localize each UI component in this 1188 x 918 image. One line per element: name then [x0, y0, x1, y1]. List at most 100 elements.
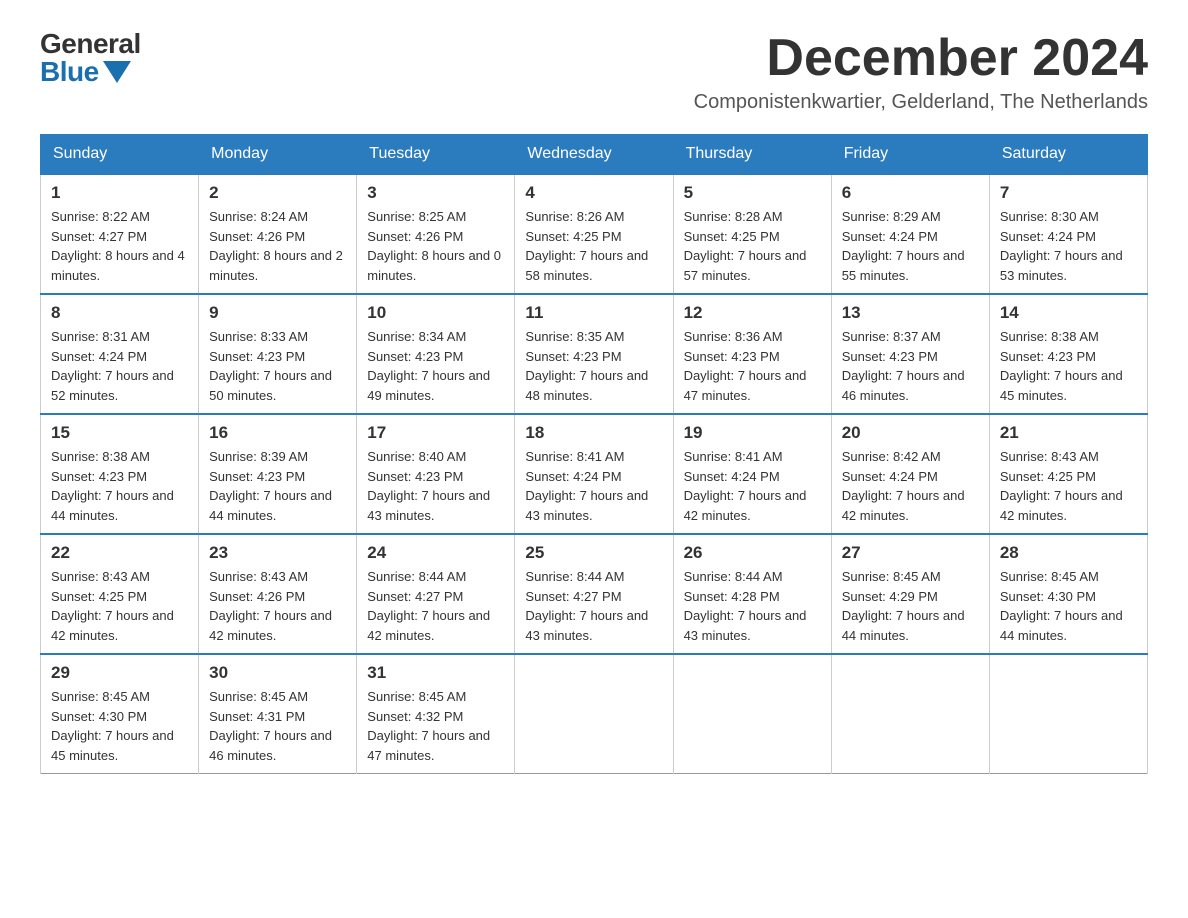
cell-info: Sunrise: 8:28 AMSunset: 4:25 PMDaylight:… — [684, 207, 821, 285]
calendar-cell — [515, 654, 673, 774]
weekday-header-tuesday: Tuesday — [357, 135, 515, 175]
calendar-cell: 14 Sunrise: 8:38 AMSunset: 4:23 PMDaylig… — [989, 294, 1147, 414]
cell-info: Sunrise: 8:29 AMSunset: 4:24 PMDaylight:… — [842, 207, 979, 285]
day-number: 14 — [1000, 303, 1137, 323]
day-number: 7 — [1000, 183, 1137, 203]
calendar-cell: 4 Sunrise: 8:26 AMSunset: 4:25 PMDayligh… — [515, 174, 673, 294]
calendar-cell: 26 Sunrise: 8:44 AMSunset: 4:28 PMDaylig… — [673, 534, 831, 654]
weekday-header-monday: Monday — [199, 135, 357, 175]
cell-info: Sunrise: 8:37 AMSunset: 4:23 PMDaylight:… — [842, 327, 979, 405]
cell-info: Sunrise: 8:41 AMSunset: 4:24 PMDaylight:… — [525, 447, 662, 525]
cell-info: Sunrise: 8:43 AMSunset: 4:25 PMDaylight:… — [51, 567, 188, 645]
calendar-cell: 10 Sunrise: 8:34 AMSunset: 4:23 PMDaylig… — [357, 294, 515, 414]
calendar-cell: 7 Sunrise: 8:30 AMSunset: 4:24 PMDayligh… — [989, 174, 1147, 294]
calendar-week-row: 22 Sunrise: 8:43 AMSunset: 4:25 PMDaylig… — [41, 534, 1148, 654]
day-number: 10 — [367, 303, 504, 323]
cell-info: Sunrise: 8:45 AMSunset: 4:31 PMDaylight:… — [209, 687, 346, 765]
cell-info: Sunrise: 8:34 AMSunset: 4:23 PMDaylight:… — [367, 327, 504, 405]
day-number: 27 — [842, 543, 979, 563]
weekday-header-sunday: Sunday — [41, 135, 199, 175]
calendar-cell: 18 Sunrise: 8:41 AMSunset: 4:24 PMDaylig… — [515, 414, 673, 534]
cell-info: Sunrise: 8:33 AMSunset: 4:23 PMDaylight:… — [209, 327, 346, 405]
day-number: 9 — [209, 303, 346, 323]
month-title: December 2024 — [694, 30, 1148, 87]
day-number: 31 — [367, 663, 504, 683]
calendar-cell: 29 Sunrise: 8:45 AMSunset: 4:30 PMDaylig… — [41, 654, 199, 774]
cell-info: Sunrise: 8:38 AMSunset: 4:23 PMDaylight:… — [51, 447, 188, 525]
weekday-header-thursday: Thursday — [673, 135, 831, 175]
day-number: 20 — [842, 423, 979, 443]
weekday-header-friday: Friday — [831, 135, 989, 175]
cell-info: Sunrise: 8:45 AMSunset: 4:32 PMDaylight:… — [367, 687, 504, 765]
day-number: 19 — [684, 423, 821, 443]
cell-info: Sunrise: 8:31 AMSunset: 4:24 PMDaylight:… — [51, 327, 188, 405]
day-number: 11 — [525, 303, 662, 323]
calendar-cell — [989, 654, 1147, 774]
cell-info: Sunrise: 8:22 AMSunset: 4:27 PMDaylight:… — [51, 207, 188, 285]
calendar-week-row: 1 Sunrise: 8:22 AMSunset: 4:27 PMDayligh… — [41, 174, 1148, 294]
cell-info: Sunrise: 8:44 AMSunset: 4:27 PMDaylight:… — [367, 567, 504, 645]
calendar-cell: 2 Sunrise: 8:24 AMSunset: 4:26 PMDayligh… — [199, 174, 357, 294]
cell-info: Sunrise: 8:24 AMSunset: 4:26 PMDaylight:… — [209, 207, 346, 285]
day-number: 16 — [209, 423, 346, 443]
day-number: 23 — [209, 543, 346, 563]
calendar-week-row: 15 Sunrise: 8:38 AMSunset: 4:23 PMDaylig… — [41, 414, 1148, 534]
cell-info: Sunrise: 8:43 AMSunset: 4:25 PMDaylight:… — [1000, 447, 1137, 525]
calendar-cell: 23 Sunrise: 8:43 AMSunset: 4:26 PMDaylig… — [199, 534, 357, 654]
calendar-cell: 16 Sunrise: 8:39 AMSunset: 4:23 PMDaylig… — [199, 414, 357, 534]
calendar-cell: 24 Sunrise: 8:44 AMSunset: 4:27 PMDaylig… — [357, 534, 515, 654]
day-number: 3 — [367, 183, 504, 203]
cell-info: Sunrise: 8:26 AMSunset: 4:25 PMDaylight:… — [525, 207, 662, 285]
calendar-cell: 20 Sunrise: 8:42 AMSunset: 4:24 PMDaylig… — [831, 414, 989, 534]
logo-blue-text: Blue — [40, 58, 131, 86]
day-number: 26 — [684, 543, 821, 563]
calendar-cell: 12 Sunrise: 8:36 AMSunset: 4:23 PMDaylig… — [673, 294, 831, 414]
calendar-cell: 6 Sunrise: 8:29 AMSunset: 4:24 PMDayligh… — [831, 174, 989, 294]
cell-info: Sunrise: 8:44 AMSunset: 4:27 PMDaylight:… — [525, 567, 662, 645]
day-number: 1 — [51, 183, 188, 203]
day-number: 18 — [525, 423, 662, 443]
calendar-cell: 9 Sunrise: 8:33 AMSunset: 4:23 PMDayligh… — [199, 294, 357, 414]
calendar-cell: 15 Sunrise: 8:38 AMSunset: 4:23 PMDaylig… — [41, 414, 199, 534]
cell-info: Sunrise: 8:36 AMSunset: 4:23 PMDaylight:… — [684, 327, 821, 405]
calendar-cell: 1 Sunrise: 8:22 AMSunset: 4:27 PMDayligh… — [41, 174, 199, 294]
calendar-cell: 22 Sunrise: 8:43 AMSunset: 4:25 PMDaylig… — [41, 534, 199, 654]
day-number: 22 — [51, 543, 188, 563]
calendar-cell: 27 Sunrise: 8:45 AMSunset: 4:29 PMDaylig… — [831, 534, 989, 654]
calendar-cell: 25 Sunrise: 8:44 AMSunset: 4:27 PMDaylig… — [515, 534, 673, 654]
cell-info: Sunrise: 8:45 AMSunset: 4:30 PMDaylight:… — [51, 687, 188, 765]
logo-triangle-icon — [103, 61, 131, 83]
cell-info: Sunrise: 8:45 AMSunset: 4:30 PMDaylight:… — [1000, 567, 1137, 645]
cell-info: Sunrise: 8:42 AMSunset: 4:24 PMDaylight:… — [842, 447, 979, 525]
calendar-cell: 8 Sunrise: 8:31 AMSunset: 4:24 PMDayligh… — [41, 294, 199, 414]
calendar-cell: 13 Sunrise: 8:37 AMSunset: 4:23 PMDaylig… — [831, 294, 989, 414]
title-section: December 2024 Componistenkwartier, Gelde… — [694, 30, 1148, 114]
calendar-cell: 11 Sunrise: 8:35 AMSunset: 4:23 PMDaylig… — [515, 294, 673, 414]
calendar-cell: 19 Sunrise: 8:41 AMSunset: 4:24 PMDaylig… — [673, 414, 831, 534]
logo-general-text: General — [40, 30, 141, 58]
calendar-table: SundayMondayTuesdayWednesdayThursdayFrid… — [40, 134, 1148, 774]
cell-info: Sunrise: 8:41 AMSunset: 4:24 PMDaylight:… — [684, 447, 821, 525]
day-number: 17 — [367, 423, 504, 443]
day-number: 25 — [525, 543, 662, 563]
day-number: 4 — [525, 183, 662, 203]
day-number: 5 — [684, 183, 821, 203]
cell-info: Sunrise: 8:25 AMSunset: 4:26 PMDaylight:… — [367, 207, 504, 285]
day-number: 30 — [209, 663, 346, 683]
cell-info: Sunrise: 8:30 AMSunset: 4:24 PMDaylight:… — [1000, 207, 1137, 285]
cell-info: Sunrise: 8:45 AMSunset: 4:29 PMDaylight:… — [842, 567, 979, 645]
cell-info: Sunrise: 8:44 AMSunset: 4:28 PMDaylight:… — [684, 567, 821, 645]
cell-info: Sunrise: 8:40 AMSunset: 4:23 PMDaylight:… — [367, 447, 504, 525]
day-number: 28 — [1000, 543, 1137, 563]
logo: General Blue — [40, 30, 141, 86]
weekday-header-wednesday: Wednesday — [515, 135, 673, 175]
day-number: 6 — [842, 183, 979, 203]
cell-info: Sunrise: 8:38 AMSunset: 4:23 PMDaylight:… — [1000, 327, 1137, 405]
calendar-cell: 17 Sunrise: 8:40 AMSunset: 4:23 PMDaylig… — [357, 414, 515, 534]
calendar-cell: 28 Sunrise: 8:45 AMSunset: 4:30 PMDaylig… — [989, 534, 1147, 654]
calendar-cell — [831, 654, 989, 774]
cell-info: Sunrise: 8:43 AMSunset: 4:26 PMDaylight:… — [209, 567, 346, 645]
calendar-cell: 5 Sunrise: 8:28 AMSunset: 4:25 PMDayligh… — [673, 174, 831, 294]
calendar-week-row: 29 Sunrise: 8:45 AMSunset: 4:30 PMDaylig… — [41, 654, 1148, 774]
day-number: 21 — [1000, 423, 1137, 443]
